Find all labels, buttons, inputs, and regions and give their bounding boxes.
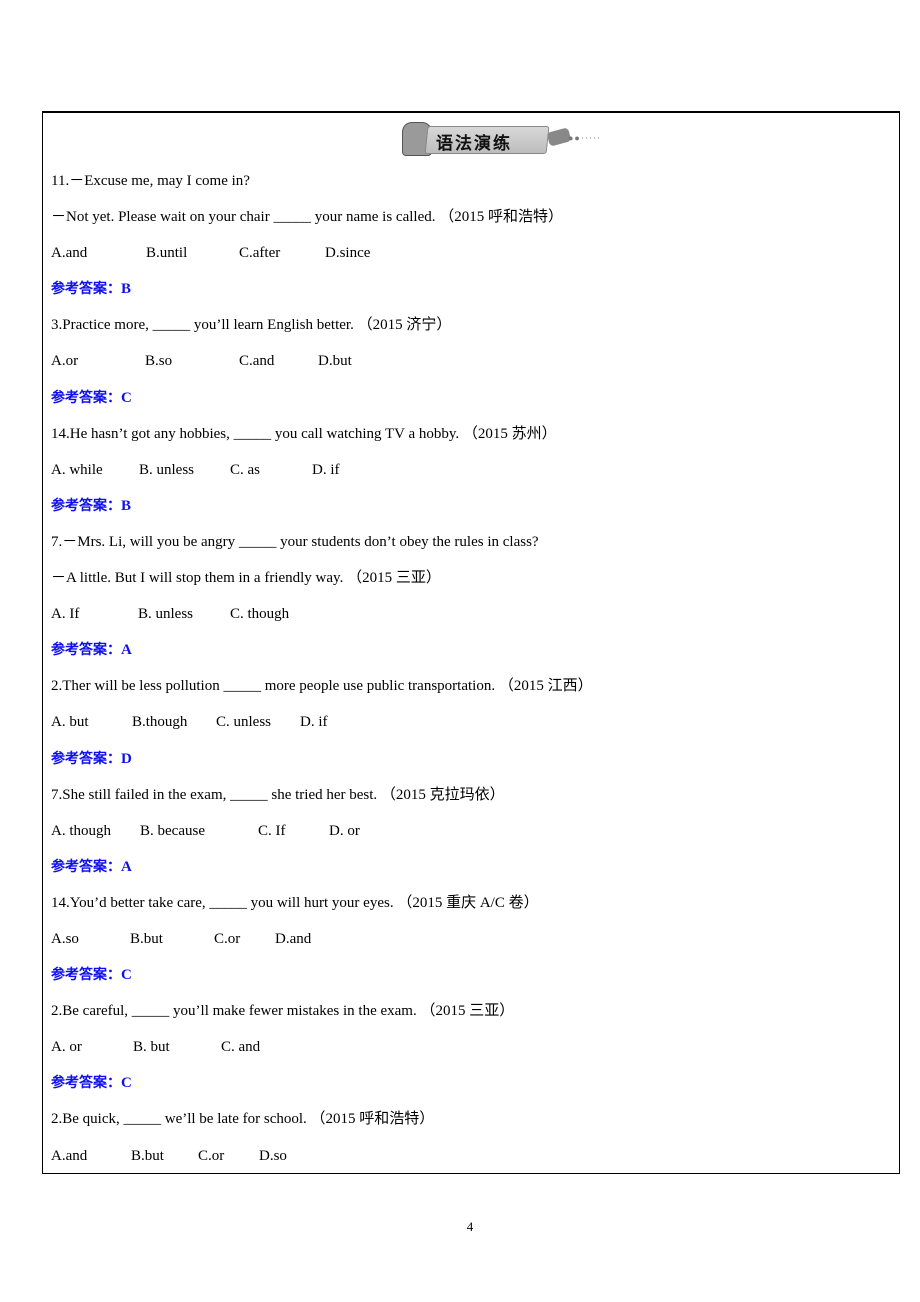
option: C.and	[239, 353, 275, 370]
question-text: 7.She still failed in the exam, _____ sh…	[51, 786, 505, 803]
options-row: A. If B. unless C. though	[51, 596, 593, 632]
question-item: 2.Be careful, _____ you’ll make fewer mi…	[51, 993, 593, 1101]
answer-line: 参考答案：A	[51, 632, 593, 668]
section-title: 语法演练	[436, 134, 512, 154]
option: B. but	[133, 1039, 170, 1056]
answer-value: A	[121, 858, 132, 875]
option: B. unless	[138, 606, 194, 623]
option: C. If	[258, 822, 286, 839]
answer-label: 参考答案：	[51, 281, 121, 298]
question-text: 2.Ther will be less pollution _____ more…	[51, 678, 593, 695]
option: D.since	[325, 245, 371, 262]
answer-value: B	[121, 281, 132, 298]
option: A. If	[51, 606, 80, 623]
answer-label: 参考答案：	[51, 858, 121, 875]
options-row: A. though B. because C. If D. or	[51, 813, 593, 849]
answer-value: B	[121, 497, 132, 514]
options-row: A.or B.so C.and D.but	[51, 343, 593, 379]
options-row: A. or B. but C. and	[51, 1029, 593, 1065]
question-list: 11.－Excuse me, may I come in? －Not yet. P…	[51, 163, 593, 1174]
question-text: －Not yet. Please wait on your chair ____…	[51, 209, 563, 226]
question-item: 14.He hasn’t got any hobbies, _____ you …	[51, 416, 593, 524]
answer-label: 参考答案：	[51, 642, 121, 659]
question-item: 2.Ther will be less pollution _____ more…	[51, 668, 593, 776]
option: A.and	[51, 245, 88, 262]
page-number: 4	[466, 1219, 474, 1234]
question-text: 7.－Mrs. Li, will you be angry _____ your…	[51, 533, 539, 550]
section-banner: 语法演练 ●●·····	[398, 120, 600, 156]
options-row: A. while B. unless C. as D. if	[51, 452, 593, 488]
question-item: 11.－Excuse me, may I come in? －Not yet. P…	[51, 163, 593, 307]
option: C.or	[198, 1147, 225, 1164]
answer-label: 参考答案：	[51, 497, 121, 514]
answer-value: C	[121, 389, 132, 406]
question-item: 7.She still failed in the exam, _____ sh…	[51, 777, 593, 885]
exercise-box: 语法演练 ●●····· 11.－Excuse me, may I come i…	[42, 111, 900, 1174]
question-text: 14.He hasn’t got any hobbies, _____ you …	[51, 425, 557, 442]
question-text: －A little. But I will stop them in a fri…	[51, 570, 441, 587]
answer-line: 参考答案：C	[51, 380, 593, 416]
question-text: 2.Be careful, _____ you’ll make fewer mi…	[51, 1003, 515, 1020]
question-item: 2.Be quick, _____ we’ll be late for scho…	[51, 1101, 593, 1173]
option: B.so	[145, 353, 173, 370]
option: A.or	[51, 353, 79, 370]
question-item: 3.Practice more, _____ you’ll learn Engl…	[51, 307, 593, 415]
option: A.so	[51, 930, 79, 947]
option: D. or	[329, 822, 360, 839]
option: D.so	[259, 1147, 287, 1164]
option: B.but	[130, 930, 163, 947]
option: D. if	[312, 461, 340, 478]
question-item: 14.You’d better take care, _____ you wil…	[51, 885, 593, 993]
option: A.and	[51, 1147, 88, 1164]
answer-label: 参考答案：	[51, 967, 121, 984]
option: C. unless	[216, 714, 272, 731]
option: B.but	[131, 1147, 164, 1164]
answer-line: 参考答案：C	[51, 957, 593, 993]
option: B. because	[140, 822, 205, 839]
question-text: 2.Be quick, _____ we’ll be late for scho…	[51, 1111, 435, 1128]
option: C.after	[239, 245, 281, 262]
option: C. as	[230, 461, 260, 478]
answer-value: C	[121, 967, 132, 984]
option: B.though	[132, 714, 188, 731]
answer-value: C	[121, 1075, 132, 1092]
option: C.or	[214, 930, 241, 947]
answer-value: D	[121, 750, 132, 767]
question-text: 11.－Excuse me, may I come in?	[51, 173, 250, 189]
option: D.but	[318, 353, 352, 370]
answer-label: 参考答案：	[51, 750, 121, 767]
answer-label: 参考答案：	[51, 389, 121, 406]
options-row: A. but B.though C. unless D. if	[51, 704, 593, 740]
answer-line: 参考答案：A	[51, 849, 593, 885]
answer-label: 参考答案：	[51, 1075, 121, 1092]
options-row: A.so B.but C.or D.and	[51, 921, 593, 957]
option: A. or	[51, 1039, 82, 1056]
option: D.and	[275, 930, 312, 947]
answer-line: 参考答案：C	[51, 1065, 593, 1101]
option: D. if	[300, 714, 328, 731]
question-item: 7.－Mrs. Li, will you be angry _____ your…	[51, 524, 593, 668]
option: A. but	[51, 714, 89, 731]
answer-line: 参考答案：B	[51, 488, 593, 524]
option: C. and	[221, 1039, 261, 1056]
answer-value: A	[121, 642, 132, 659]
option: A. while	[51, 461, 103, 478]
question-text: 14.You’d better take care, _____ you wil…	[51, 894, 539, 911]
option: C. though	[230, 606, 290, 623]
option: B.until	[146, 245, 188, 262]
options-row: A.and B.until C.after D.since	[51, 235, 593, 271]
options-row: A.and B.but C.or D.so	[51, 1138, 593, 1174]
answer-line: 参考答案：D	[51, 741, 593, 777]
answer-line: 参考答案：B	[51, 271, 593, 307]
option: B. unless	[139, 461, 195, 478]
option: A. though	[51, 822, 111, 839]
question-text: 3.Practice more, _____ you’ll learn Engl…	[51, 317, 452, 334]
